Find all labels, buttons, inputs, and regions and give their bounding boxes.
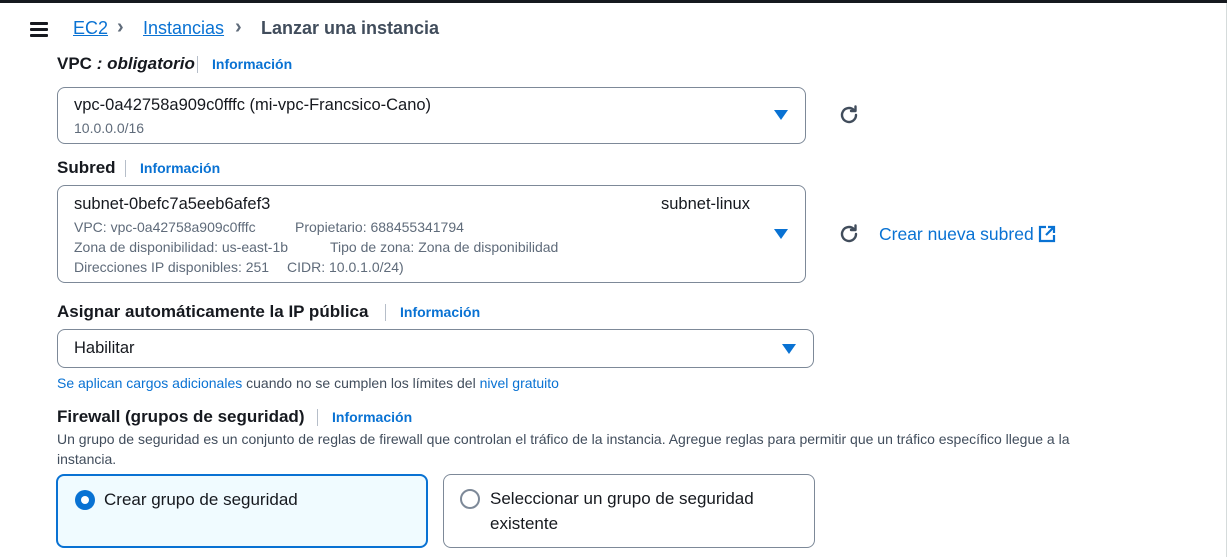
breadcrumb-current: Lanzar una instancia bbox=[261, 18, 440, 38]
firewall-description-line1: Un grupo de seguridad es un conjunto de … bbox=[57, 431, 1070, 447]
breadcrumb-instancias[interactable]: Instancias bbox=[143, 18, 224, 39]
subnet-selected-value: subnet-0befc7a5eeb6afef3 bbox=[74, 195, 271, 213]
subnet-az-type: Tipo de zona: Zona de disponibilidad bbox=[330, 239, 559, 255]
vpc-selected-value: vpc-0a42758a909c0fffc (mi-vpc-Francsico-… bbox=[74, 96, 432, 114]
subnet-label: Subred bbox=[57, 158, 116, 177]
chevron-right-icon: › bbox=[235, 16, 242, 38]
divider bbox=[197, 56, 198, 73]
free-tier-link[interactable]: nivel gratuito bbox=[480, 375, 559, 391]
subnet-name-tag: subnet-linux bbox=[661, 195, 750, 213]
select-existing-security-group-option[interactable]: Seleccionar un grupo de seguridad existe… bbox=[443, 474, 815, 548]
divider bbox=[385, 304, 386, 321]
header-bar: EC2 › Instancias › Lanzar una instancia bbox=[0, 3, 1226, 53]
additional-charges-link[interactable]: Se aplican cargos adicionales bbox=[57, 375, 242, 391]
create-security-group-label: Crear grupo de seguridad bbox=[104, 490, 298, 509]
radio-unchecked-icon bbox=[460, 489, 480, 509]
subnet-vpc: VPC: vpc-0a42758a909c0fffc bbox=[74, 219, 256, 235]
subnet-owner: Propietario: 688455341794 bbox=[295, 219, 464, 235]
vpc-info-link[interactable]: Información bbox=[212, 56, 292, 72]
vpc-cidr: 10.0.0.0/16 bbox=[74, 120, 145, 136]
firewall-description-line2: instancia. bbox=[57, 451, 117, 467]
chevron-right-icon: › bbox=[117, 16, 124, 38]
caret-down-icon bbox=[774, 229, 788, 239]
public-ip-select[interactable]: Habilitar bbox=[57, 329, 814, 368]
menu-icon[interactable] bbox=[30, 22, 48, 37]
subnet-az: Zona de disponibilidad: us-east-1b bbox=[74, 239, 289, 255]
public-ip-selected-value: Habilitar bbox=[74, 339, 135, 357]
breadcrumb-ec2[interactable]: EC2 bbox=[73, 18, 108, 39]
caret-down-icon bbox=[774, 110, 788, 120]
public-ip-label: Asignar automáticamente la IP pública bbox=[57, 302, 369, 321]
subnet-cidr: CIDR: 10.0.1.0/24) bbox=[287, 259, 404, 275]
select-existing-label-line2: existente bbox=[490, 514, 559, 533]
public-ip-info-link[interactable]: Información bbox=[400, 304, 480, 320]
select-existing-label-line1: Seleccionar un grupo de seguridad bbox=[490, 489, 754, 508]
firewall-label: Firewall (grupos de seguridad) bbox=[57, 407, 305, 426]
refresh-icon[interactable] bbox=[837, 103, 861, 127]
radio-checked-icon bbox=[75, 490, 95, 510]
create-security-group-option[interactable]: Crear grupo de seguridad bbox=[56, 474, 428, 548]
divider bbox=[317, 409, 318, 426]
vpc-select[interactable]: vpc-0a42758a909c0fffc (mi-vpc-Francsico-… bbox=[57, 87, 806, 144]
refresh-icon[interactable] bbox=[837, 222, 861, 246]
firewall-info-link[interactable]: Información bbox=[332, 409, 412, 425]
subnet-info-link[interactable]: Información bbox=[140, 160, 220, 176]
caret-down-icon bbox=[782, 344, 796, 354]
vpc-label: VPC : obligatorio bbox=[57, 54, 195, 73]
subnet-ips: Direcciones IP disponibles: 251 bbox=[74, 259, 270, 275]
public-ip-note: Se aplican cargos adicionales cuando no … bbox=[57, 375, 559, 391]
divider bbox=[125, 160, 126, 177]
create-subnet-link[interactable]: Crear nueva subred bbox=[879, 224, 1034, 245]
subnet-select[interactable]: subnet-0befc7a5eeb6afef3 subnet-linux VP… bbox=[57, 185, 806, 283]
external-link-icon[interactable] bbox=[1038, 225, 1056, 243]
